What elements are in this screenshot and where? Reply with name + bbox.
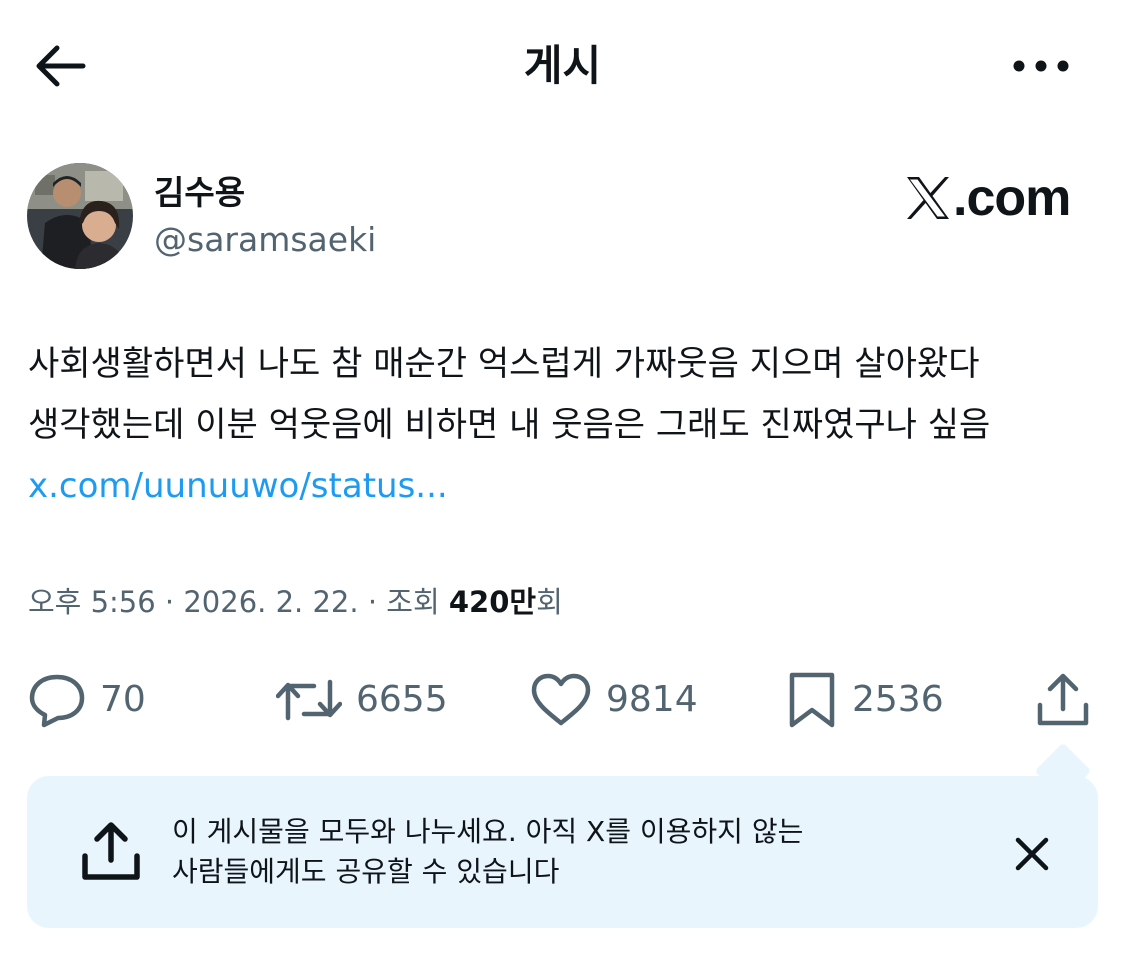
meta-separator: · xyxy=(367,585,378,619)
meta-separator: · xyxy=(164,585,175,619)
profile-photo xyxy=(27,163,133,269)
more-horizontal-icon xyxy=(1013,60,1069,72)
promo-text: 이 게시물을 모두와 나누세요. 아직 X를 이용하지 않는 사람들에게도 공유… xyxy=(172,812,932,892)
author-handle[interactable]: @saramsaeki xyxy=(154,219,376,261)
share-button[interactable] xyxy=(1034,668,1092,732)
tweet-text: 사회생활하면서 나도 참 매순간 억스럽게 가짜웃음 지으며 살아왔다 생각했는… xyxy=(28,344,991,445)
x-logo-icon xyxy=(907,177,949,219)
repost-count: 6655 xyxy=(356,679,448,720)
bookmark-button[interactable]: 2536 xyxy=(786,668,944,732)
promo-share-button[interactable] xyxy=(80,820,142,884)
more-button[interactable] xyxy=(1008,46,1074,86)
views-count[interactable]: 420만 xyxy=(449,585,536,619)
page-title: 게시 xyxy=(523,41,602,90)
top-bar: 게시 xyxy=(0,0,1125,130)
x-watermark: .com xyxy=(905,169,1071,227)
watermark-text: .com xyxy=(953,169,1071,227)
tweet-link[interactable]: x.com/uunuuwo/status... xyxy=(28,466,448,506)
repost-button[interactable]: 6655 xyxy=(276,668,448,732)
tweet-time: 오후 5:56 xyxy=(28,585,156,619)
like-button[interactable]: 9814 xyxy=(530,668,698,732)
tweet-date: 2026. 2. 22. xyxy=(183,585,359,619)
promo-line-2: 사람들에게도 공유할 수 있습니다 xyxy=(172,855,560,888)
tweet-meta: 오후 5:56 · 2026. 2. 22. · 조회 420만회 xyxy=(28,582,563,622)
avatar[interactable] xyxy=(27,163,133,269)
promo-line-1: 이 게시물을 모두와 나누세요. 아직 X를 이용하지 않는 xyxy=(172,815,804,848)
heart-icon xyxy=(531,673,591,726)
repost-icon xyxy=(276,679,342,721)
like-count: 9814 xyxy=(606,679,698,720)
share-icon xyxy=(1037,673,1089,726)
views-number: 420만 xyxy=(448,585,537,619)
share-icon xyxy=(82,822,140,880)
views-suffix: 회 xyxy=(536,585,563,619)
bookmark-count: 2536 xyxy=(852,679,944,720)
close-icon xyxy=(1015,837,1049,871)
tweet-body: 사회생활하면서 나도 참 매순간 억스럽게 가짜웃음 지으며 살아왔다 생각했는… xyxy=(28,334,1103,517)
bookmark-icon xyxy=(789,672,835,728)
promo-close-button[interactable] xyxy=(1004,826,1060,882)
author-display-name[interactable]: 김수용 xyxy=(154,172,245,214)
reply-icon xyxy=(29,674,85,728)
views-label: 조회 xyxy=(386,585,440,619)
reply-button[interactable]: 70 xyxy=(28,668,146,732)
reply-count: 70 xyxy=(100,679,146,720)
